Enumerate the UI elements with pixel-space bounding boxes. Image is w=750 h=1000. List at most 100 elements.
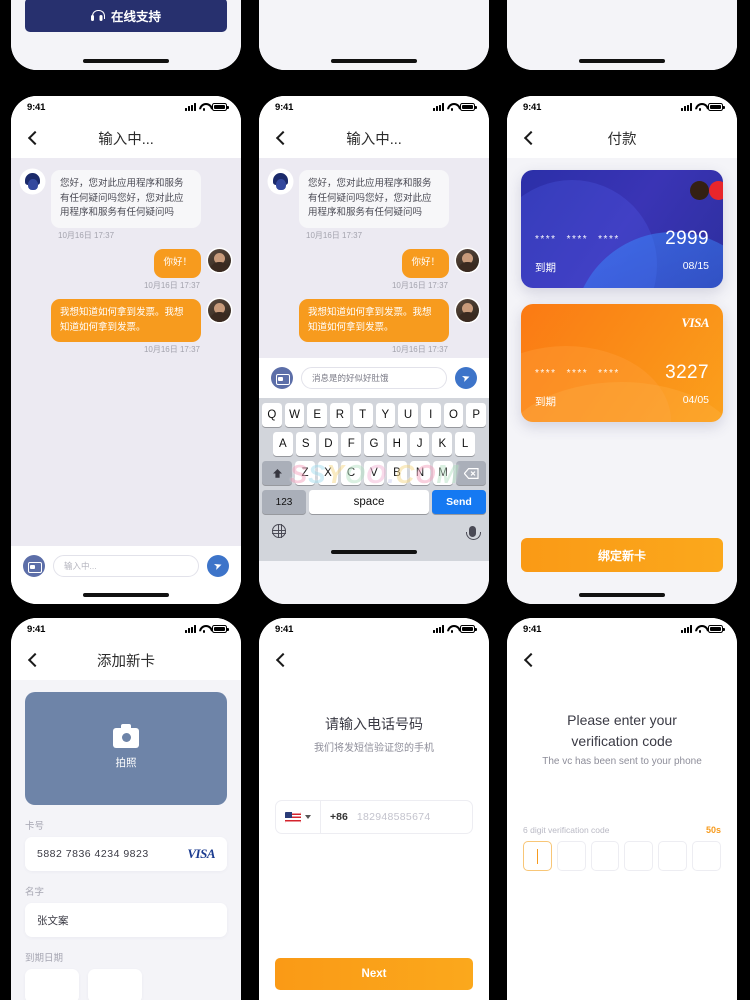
home-indicator bbox=[11, 52, 241, 70]
key-h[interactable]: H bbox=[386, 432, 407, 456]
key-n[interactable]: N bbox=[410, 461, 430, 485]
key-e[interactable]: E bbox=[307, 403, 328, 427]
status-bar: 9:41 bbox=[11, 96, 241, 118]
verification-hint: 6 digit verification code bbox=[523, 825, 610, 835]
card-mask-group: **** bbox=[566, 367, 589, 379]
nav-bar: 输入中... bbox=[259, 118, 489, 158]
back-button[interactable] bbox=[521, 129, 539, 147]
wifi-icon bbox=[695, 625, 705, 634]
image-icon[interactable] bbox=[271, 367, 293, 389]
expiry-year-input[interactable] bbox=[88, 969, 142, 1000]
key-r[interactable]: R bbox=[330, 403, 350, 427]
page-subtitle: The vc has been sent to your phone bbox=[542, 756, 702, 767]
globe-icon[interactable] bbox=[271, 523, 286, 538]
key-c[interactable]: C bbox=[341, 461, 361, 485]
code-digit-6[interactable] bbox=[692, 841, 721, 871]
battery-icon bbox=[708, 625, 725, 633]
key-p[interactable]: P bbox=[466, 403, 487, 427]
back-button[interactable] bbox=[25, 129, 43, 147]
bind-new-card-button[interactable]: 绑定新卡 bbox=[521, 538, 723, 572]
card-number-label: 卡号 bbox=[25, 821, 45, 832]
key-u[interactable]: U bbox=[398, 403, 418, 427]
nav-bar: 输入中... bbox=[11, 118, 241, 158]
online-support-button[interactable]: 在线支持 bbox=[25, 0, 227, 32]
key-d[interactable]: D bbox=[318, 432, 339, 456]
message-input[interactable]: 消息是的好似好肚饿 bbox=[301, 367, 447, 389]
card-expiry-row: 到期 04/05 bbox=[535, 394, 709, 409]
send-icon[interactable] bbox=[455, 367, 477, 389]
keyboard-row-3: Z X C V B N M bbox=[262, 461, 486, 485]
title-line-2: verification code bbox=[571, 733, 673, 749]
card-number-input[interactable]: 5882 7836 4234 9823 VISA bbox=[25, 837, 227, 871]
key-t[interactable]: T bbox=[352, 403, 373, 427]
key-o[interactable]: O bbox=[443, 403, 464, 427]
key-v[interactable]: V bbox=[364, 461, 384, 485]
phone-support-partial: 在线支持 bbox=[11, 0, 241, 70]
avatar-user bbox=[208, 298, 231, 322]
key-s[interactable]: S bbox=[295, 432, 316, 456]
message-row-outgoing: 我想知道如何拿到发票。我想知道如何拿到发票。 bbox=[21, 298, 231, 343]
key-g[interactable]: G bbox=[364, 432, 384, 456]
send-icon[interactable] bbox=[207, 555, 229, 577]
payment-card-mastercard[interactable]: **** **** **** 2999 到期 08/15 bbox=[521, 170, 723, 288]
chat-input-bar: 输入中... bbox=[11, 546, 241, 586]
number-mode-key[interactable]: 123 bbox=[262, 490, 306, 514]
back-button[interactable] bbox=[273, 651, 291, 669]
status-bar: 9:41 bbox=[507, 618, 737, 640]
code-digit-2[interactable] bbox=[556, 841, 586, 871]
next-button[interactable]: Next bbox=[275, 958, 473, 990]
card-mask-group: **** bbox=[535, 367, 557, 379]
back-button[interactable] bbox=[521, 651, 539, 669]
back-button[interactable] bbox=[273, 129, 291, 147]
key-z[interactable]: Z bbox=[295, 461, 315, 485]
expiry-label: 到期 bbox=[535, 396, 556, 408]
key-q[interactable]: Q bbox=[261, 403, 282, 427]
back-button[interactable] bbox=[25, 651, 43, 669]
code-digit-3[interactable] bbox=[590, 841, 620, 871]
code-digit-5[interactable] bbox=[658, 841, 688, 871]
key-y[interactable]: Y bbox=[375, 403, 396, 427]
key-w[interactable]: W bbox=[284, 403, 305, 427]
take-photo-button[interactable]: 拍照 bbox=[25, 692, 227, 805]
wifi-icon bbox=[695, 103, 705, 112]
payment-card-visa[interactable]: VISA **** **** **** 3227 到期 04/05 bbox=[521, 304, 723, 422]
key-l[interactable]: L bbox=[455, 432, 476, 456]
expiry-month-input[interactable] bbox=[25, 969, 79, 1000]
message-bubble: 你好！ bbox=[154, 249, 201, 278]
key-m[interactable]: M bbox=[433, 461, 453, 485]
status-time: 9:41 bbox=[523, 101, 542, 113]
battery-icon bbox=[212, 103, 229, 111]
image-icon[interactable] bbox=[23, 555, 45, 577]
key-a[interactable]: A bbox=[272, 432, 293, 456]
status-time: 9:41 bbox=[27, 101, 46, 113]
card-mask-group: **** bbox=[598, 367, 620, 379]
name-label: 名字 bbox=[25, 887, 45, 898]
key-b[interactable]: B bbox=[387, 461, 407, 485]
send-key[interactable]: Send bbox=[432, 490, 486, 514]
expiry-value: 04/05 bbox=[682, 394, 709, 406]
code-digit-4[interactable] bbox=[624, 841, 654, 871]
key-k[interactable]: K bbox=[432, 432, 453, 456]
avatar-user bbox=[456, 249, 479, 273]
name-input[interactable]: 张文案 bbox=[25, 903, 227, 937]
key-i[interactable]: I bbox=[420, 403, 441, 427]
key-x[interactable]: X bbox=[318, 461, 338, 485]
signal-icon bbox=[433, 625, 444, 633]
chat-input-bar: 消息是的好似好肚饿 bbox=[259, 358, 489, 398]
space-key[interactable]: space bbox=[309, 490, 429, 514]
phone-number-input[interactable]: +86 182948585674 bbox=[275, 800, 473, 834]
backspace-icon[interactable] bbox=[456, 461, 486, 485]
signal-icon bbox=[185, 625, 196, 633]
card-last4: 2999 bbox=[665, 228, 709, 249]
key-f[interactable]: F bbox=[341, 432, 362, 456]
visa-icon: VISA bbox=[681, 315, 709, 330]
key-j[interactable]: J bbox=[409, 432, 430, 456]
message-input[interactable]: 输入中... bbox=[53, 555, 199, 577]
country-selector[interactable] bbox=[276, 801, 321, 833]
signal-icon bbox=[681, 103, 692, 111]
code-digit-1[interactable] bbox=[523, 841, 552, 871]
microphone-icon[interactable] bbox=[466, 525, 481, 540]
message-timestamp: 10月16日 17:37 bbox=[306, 231, 363, 241]
shift-icon[interactable] bbox=[262, 461, 292, 485]
page-title: 添加新卡 bbox=[97, 653, 155, 670]
